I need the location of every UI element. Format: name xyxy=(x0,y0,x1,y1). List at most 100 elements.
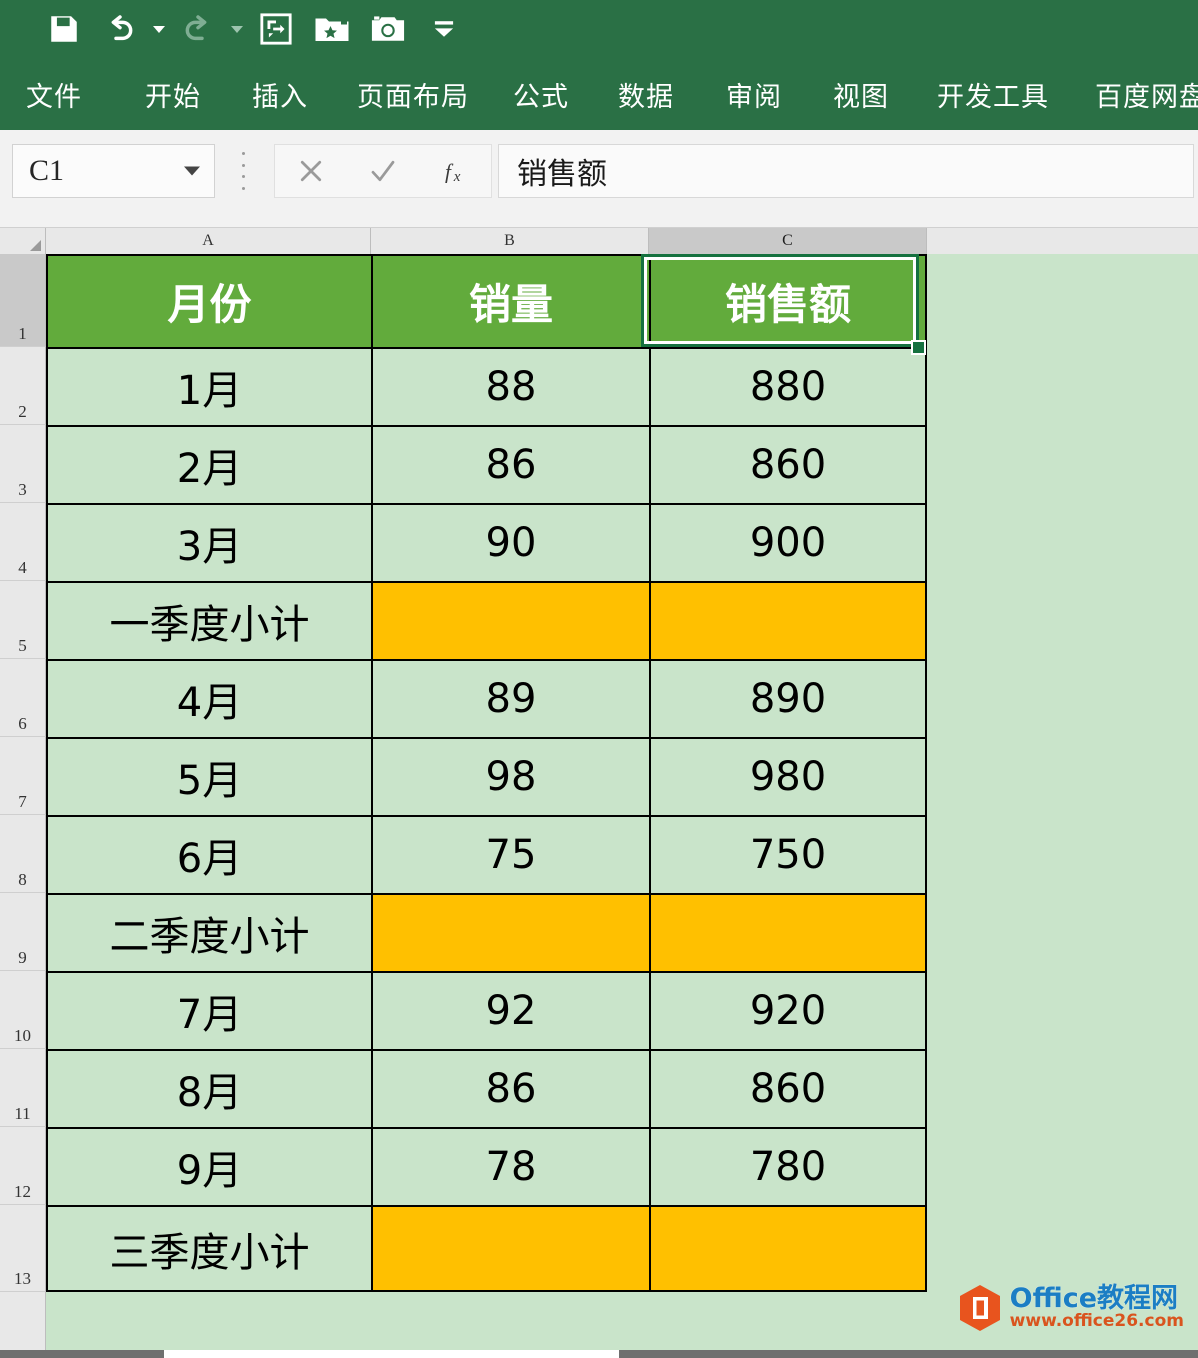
cell-B6[interactable]: 89 xyxy=(371,659,649,737)
cell-C13[interactable] xyxy=(649,1205,927,1292)
cell-A7[interactable]: 5月 xyxy=(46,737,371,815)
cell-C10[interactable]: 920 xyxy=(649,971,927,1049)
column-header-C[interactable]: C xyxy=(649,228,927,254)
cell-B8[interactable]: 75 xyxy=(371,815,649,893)
customize-qat-icon[interactable] xyxy=(416,6,472,52)
cell-empty-area[interactable] xyxy=(927,971,1198,1049)
ribbon-tab-6[interactable]: 审阅 xyxy=(726,75,782,114)
redo-icon[interactable] xyxy=(170,6,226,52)
cell-B11[interactable]: 86 xyxy=(371,1049,649,1127)
ribbon-tab-4[interactable]: 公式 xyxy=(513,75,569,114)
row-header-1[interactable]: 1 xyxy=(0,254,46,347)
cell-C8[interactable]: 750 xyxy=(649,815,927,893)
row-header-7[interactable]: 7 xyxy=(0,737,46,815)
cell-B5[interactable] xyxy=(371,581,649,659)
cell-A10[interactable]: 7月 xyxy=(46,971,371,1049)
cell-B12[interactable]: 78 xyxy=(371,1127,649,1205)
cell-C14[interactable] xyxy=(649,1292,927,1358)
cell-empty-area[interactable] xyxy=(927,1127,1198,1205)
column-header-A[interactable]: A xyxy=(46,228,371,254)
cell-C9[interactable] xyxy=(649,893,927,971)
horizontal-scrollbar[interactable] xyxy=(0,1350,1198,1358)
ribbon-tab-5[interactable]: 数据 xyxy=(618,75,674,114)
row-header-9[interactable]: 9 xyxy=(0,893,46,971)
horizontal-scrollbar-thumb[interactable] xyxy=(164,1350,619,1358)
name-box[interactable]: C1 xyxy=(12,144,215,198)
cell-C3[interactable]: 860 xyxy=(649,425,927,503)
cell-B14[interactable] xyxy=(371,1292,649,1358)
row-header-13[interactable]: 13 xyxy=(0,1205,46,1292)
confirm-icon[interactable] xyxy=(353,145,413,197)
undo-icon[interactable] xyxy=(92,6,148,52)
cell-C12[interactable]: 780 xyxy=(649,1127,927,1205)
cell-empty-area[interactable] xyxy=(927,815,1198,893)
cell-empty-area[interactable] xyxy=(927,581,1198,659)
cell-empty-area[interactable] xyxy=(927,1049,1198,1127)
ribbon-tab-8[interactable]: 开发工具 xyxy=(937,75,1049,114)
cell-empty-area[interactable] xyxy=(927,659,1198,737)
row-header-8[interactable]: 8 xyxy=(0,815,46,893)
cancel-icon[interactable] xyxy=(281,145,341,197)
cell-C2[interactable]: 880 xyxy=(649,347,927,425)
cell-C5[interactable] xyxy=(649,581,927,659)
cell-empty-area[interactable] xyxy=(927,254,1198,347)
row-header-4[interactable]: 4 xyxy=(0,503,46,581)
insert-picture-icon[interactable] xyxy=(248,6,304,52)
save-icon[interactable] xyxy=(36,6,92,52)
row-header-5[interactable]: 5 xyxy=(0,581,46,659)
cell-B9[interactable] xyxy=(371,893,649,971)
cell-B2[interactable]: 88 xyxy=(371,347,649,425)
cell-B1[interactable]: 销量 xyxy=(371,254,649,347)
row-header-3[interactable]: 3 xyxy=(0,425,46,503)
row-header-6[interactable]: 6 xyxy=(0,659,46,737)
cell-A6[interactable]: 4月 xyxy=(46,659,371,737)
cell-A12[interactable]: 9月 xyxy=(46,1127,371,1205)
redo-dropdown-icon[interactable] xyxy=(226,6,248,52)
ribbon-tab-3[interactable]: 页面布局 xyxy=(357,75,469,114)
fill-handle[interactable] xyxy=(911,340,926,355)
cell-empty-area[interactable] xyxy=(927,347,1198,425)
row-header-11[interactable]: 11 xyxy=(0,1049,46,1127)
ribbon-tab-1[interactable]: 开始 xyxy=(145,75,201,114)
cell-A13[interactable]: 三季度小计 xyxy=(46,1205,371,1292)
camera-icon[interactable] xyxy=(360,6,416,52)
column-header-B[interactable]: B xyxy=(371,228,649,254)
cell-A14[interactable] xyxy=(46,1292,371,1358)
ribbon-tab-0[interactable]: 文件 xyxy=(26,75,82,114)
cell-B7[interactable]: 98 xyxy=(371,737,649,815)
cell-A1[interactable]: 月份 xyxy=(46,254,371,347)
cell-A11[interactable]: 8月 xyxy=(46,1049,371,1127)
cell-B10[interactable]: 92 xyxy=(371,971,649,1049)
formula-input[interactable]: 销售额 xyxy=(498,144,1194,198)
undo-dropdown-icon[interactable] xyxy=(148,6,170,52)
row-header-14[interactable]: 14 xyxy=(0,1292,46,1358)
cell-C11[interactable]: 860 xyxy=(649,1049,927,1127)
cell-B13[interactable] xyxy=(371,1205,649,1292)
cell-A4[interactable]: 3月 xyxy=(46,503,371,581)
cell-empty-area[interactable] xyxy=(927,893,1198,971)
cell-C6[interactable]: 890 xyxy=(649,659,927,737)
insert-function-icon[interactable]: f x xyxy=(425,145,485,197)
row-header-12[interactable]: 12 xyxy=(0,1127,46,1205)
cell-B3[interactable]: 86 xyxy=(371,425,649,503)
ribbon-tab-2[interactable]: 插入 xyxy=(252,75,308,114)
cell-C7[interactable]: 980 xyxy=(649,737,927,815)
row-header-10[interactable]: 10 xyxy=(0,971,46,1049)
cell-A8[interactable]: 6月 xyxy=(46,815,371,893)
select-all-corner[interactable] xyxy=(0,228,46,254)
cell-empty-area[interactable] xyxy=(927,425,1198,503)
cell-A3[interactable]: 2月 xyxy=(46,425,371,503)
cell-A9[interactable]: 二季度小计 xyxy=(46,893,371,971)
cell-C4[interactable]: 900 xyxy=(649,503,927,581)
cell-empty-area[interactable] xyxy=(927,1205,1198,1292)
cell-empty-area[interactable] xyxy=(927,503,1198,581)
cell-B4[interactable]: 90 xyxy=(371,503,649,581)
favorites-folder-icon[interactable] xyxy=(304,6,360,52)
row-header-2[interactable]: 2 xyxy=(0,347,46,425)
cell-A5[interactable]: 一季度小计 xyxy=(46,581,371,659)
cell-empty-area[interactable] xyxy=(927,737,1198,815)
ribbon-tab-7[interactable]: 视图 xyxy=(833,75,889,114)
chevron-down-icon[interactable] xyxy=(184,166,200,176)
cell-A2[interactable]: 1月 xyxy=(46,347,371,425)
ribbon-tab-9[interactable]: 百度网盘 xyxy=(1095,75,1198,114)
